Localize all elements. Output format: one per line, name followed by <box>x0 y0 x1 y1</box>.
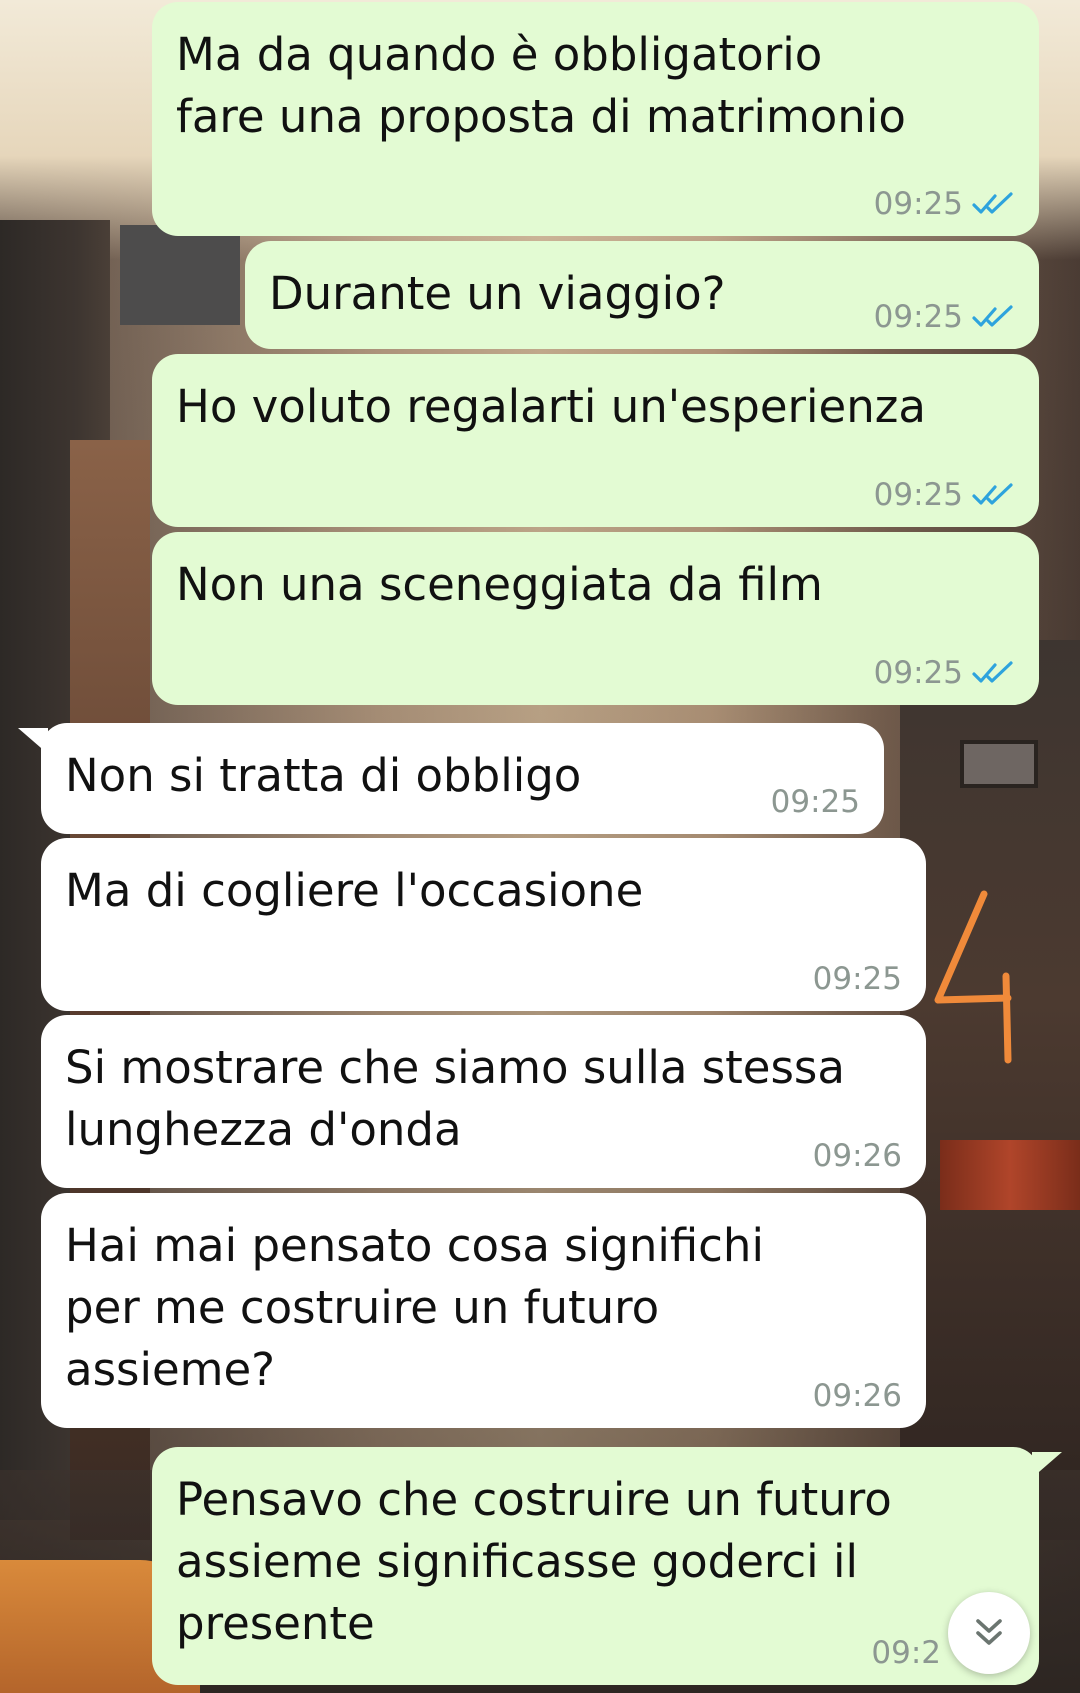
message-bubble-outgoing[interactable]: Non una sceneggiata da film 09:25 <box>152 532 1039 705</box>
message-meta: 09:2 <box>871 1635 941 1671</box>
message-text: Ma di cogliere l'occasione <box>65 864 644 917</box>
message-meta: 09:25 <box>771 784 860 820</box>
double-chevron-down-icon <box>976 1619 1002 1645</box>
message-time: 09:25 <box>873 299 963 335</box>
message-meta: 09:25 <box>813 961 902 997</box>
double-check-icon <box>972 661 1013 683</box>
message-time: 09:25 <box>873 186 963 222</box>
message-time: 09:26 <box>812 1138 902 1174</box>
message-meta: 09:25 <box>874 186 1015 222</box>
message-time: 09:25 <box>770 784 860 820</box>
message-meta: 09:25 <box>874 477 1015 513</box>
handwritten-annotation-4 <box>934 890 1012 1064</box>
message-bubble-incoming[interactable]: Si mostrare che siamo sulla stessa lungh… <box>41 1015 926 1188</box>
message-meta: 09:26 <box>813 1138 902 1174</box>
double-check-icon <box>972 483 1013 505</box>
message-bubble-outgoing[interactable]: Ma da quando è obbligatorio fare una pro… <box>152 2 1039 236</box>
message-bubble-incoming[interactable]: Ma di cogliere l'occasione 09:25 <box>41 838 926 1011</box>
message-text: Si mostrare che siamo sulla stessa lungh… <box>65 1041 845 1156</box>
message-bubble-outgoing[interactable]: Pensavo che costruire un futuro assieme … <box>152 1447 1039 1685</box>
chat-conversation: Ma da quando è obbligatorio fare una pro… <box>0 0 1080 1693</box>
message-time: 09:26 <box>812 1378 902 1414</box>
message-time: 09:25 <box>812 961 902 997</box>
double-check-icon <box>972 192 1013 214</box>
message-meta: 09:25 <box>874 655 1015 691</box>
message-text: Hai mai pensato cosa significhi per me c… <box>65 1219 764 1396</box>
message-text: Non una sceneggiata da film <box>176 558 823 611</box>
message-text: Pensavo che costruire un futuro assieme … <box>176 1473 892 1650</box>
message-meta: 09:26 <box>813 1378 902 1414</box>
message-text: Non si tratta di obbligo <box>65 749 582 802</box>
double-check-icon <box>972 305 1013 327</box>
message-text: Ho voluto regalarti un'esperienza <box>176 380 926 433</box>
message-bubble-outgoing[interactable]: Durante un viaggio? 09:25 <box>245 241 1039 349</box>
message-time: 09:2 <box>871 1635 941 1671</box>
message-time: 09:25 <box>873 655 963 691</box>
message-time: 09:25 <box>873 477 963 513</box>
message-meta: 09:25 <box>874 299 1015 335</box>
scroll-to-bottom-button[interactable] <box>948 1592 1030 1674</box>
message-bubble-incoming[interactable]: Hai mai pensato cosa significhi per me c… <box>41 1193 926 1428</box>
message-bubble-outgoing[interactable]: Ho voluto regalarti un'esperienza 09:25 <box>152 354 1039 527</box>
message-bubble-incoming[interactable]: Non si tratta di obbligo 09:25 <box>41 723 884 834</box>
message-text: Ma da quando è obbligatorio fare una pro… <box>176 28 906 143</box>
